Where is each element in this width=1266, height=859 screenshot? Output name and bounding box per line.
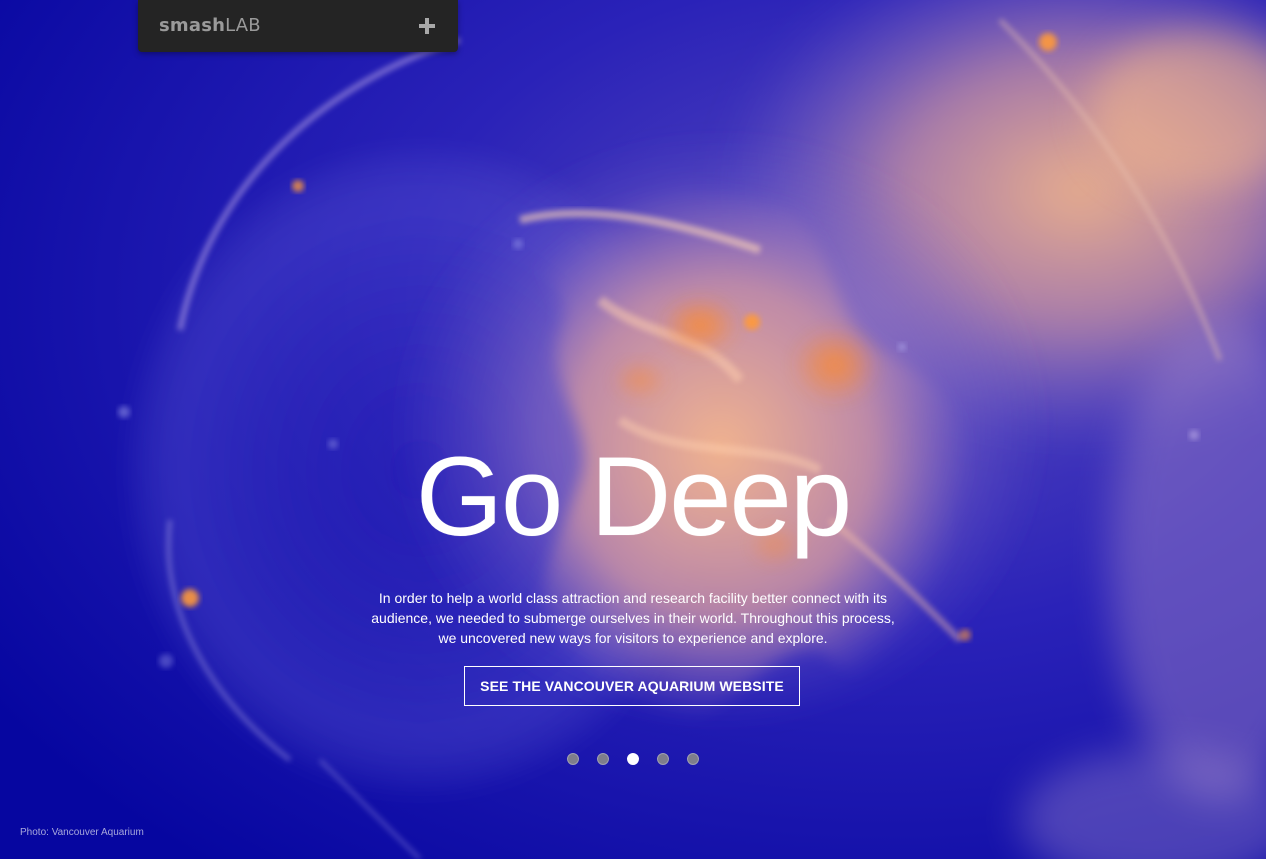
pager-dot[interactable] [567, 753, 579, 765]
pager-dot[interactable] [687, 753, 699, 765]
pager-dot[interactable] [597, 753, 609, 765]
hero-description-line: audience, we needed to submerge ourselve… [371, 610, 895, 626]
logo-lab-text: LAB [225, 15, 261, 36]
hero-description: In order to help a world class attractio… [353, 588, 913, 648]
plus-icon[interactable] [416, 15, 438, 37]
smashlab-logo[interactable]: smashLAB [159, 14, 261, 38]
top-nav: smashLAB [138, 0, 458, 52]
pager-dot[interactable] [657, 753, 669, 765]
hero-slide: smashLAB Go Deep In order to help a worl… [0, 0, 1266, 859]
logo-smash-text: smash [159, 15, 226, 36]
hero-title: Go Deep [415, 434, 852, 559]
pager-dot[interactable] [627, 753, 639, 765]
hero-description-line: In order to help a world class attractio… [378, 590, 888, 606]
see-aquarium-website-button[interactable]: SEE THE VANCOUVER AQUARIUM WEBSITE [464, 666, 800, 706]
hero-description-line: we uncovered new ways for visitors to ex… [438, 630, 828, 646]
jellyfish-background-image [0, 0, 1266, 859]
photo-credit: Photo: Vancouver Aquarium [20, 827, 144, 838]
